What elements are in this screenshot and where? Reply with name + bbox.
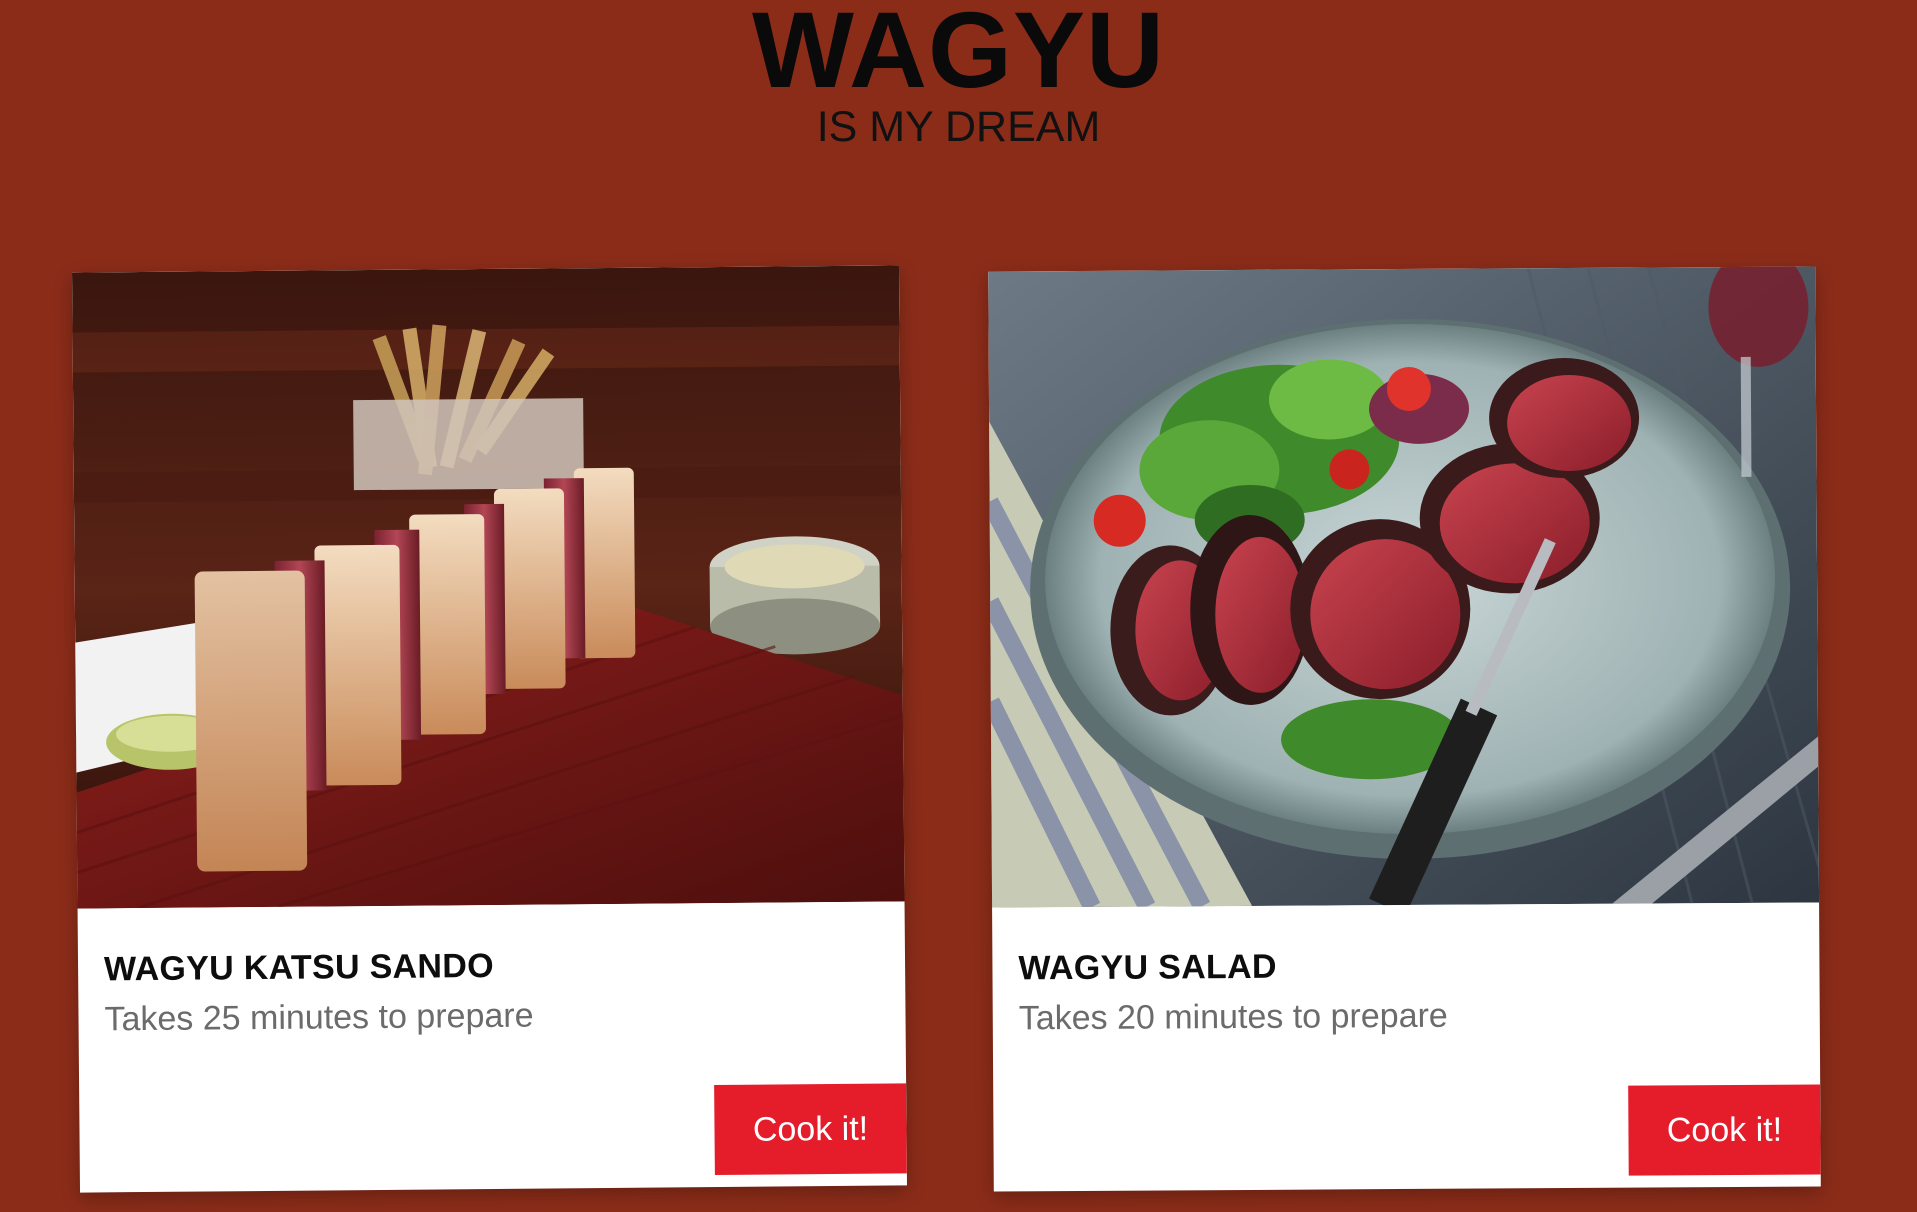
- cook-it-button[interactable]: Cook it!: [1628, 1084, 1821, 1176]
- recipe-title: WAGYU KATSU SANDO: [103, 946, 495, 989]
- recipe-prep-time: Takes 25 minutes to prepare: [104, 996, 534, 1039]
- recipe-card-wagyu-salad: WAGYU SALAD Takes 20 minutes to prepare …: [988, 266, 1821, 1192]
- page-title: WAGYU: [751, 0, 1165, 110]
- recipe-prep-time: Takes 20 minutes to prepare: [1018, 996, 1448, 1038]
- recipe-image-salad: [988, 266, 1820, 908]
- recipe-title: WAGYU SALAD: [1018, 947, 1277, 988]
- wagyu-salad-photo: [988, 266, 1820, 908]
- page-subtitle: IS MY DREAM: [816, 103, 1101, 151]
- recipe-card-wagyu-katsu-sando: WAGYU KATSU SANDO Takes 25 minutes to pr…: [72, 265, 907, 1193]
- recipe-card-body: WAGYU SALAD Takes 20 minutes to prepare …: [992, 902, 1821, 1191]
- recipe-card-body: WAGYU KATSU SANDO Takes 25 minutes to pr…: [78, 901, 907, 1192]
- katsu-sando-photo: [72, 265, 905, 909]
- recipe-image-katsu-sando: [72, 265, 905, 909]
- cook-it-button[interactable]: Cook it!: [714, 1083, 907, 1176]
